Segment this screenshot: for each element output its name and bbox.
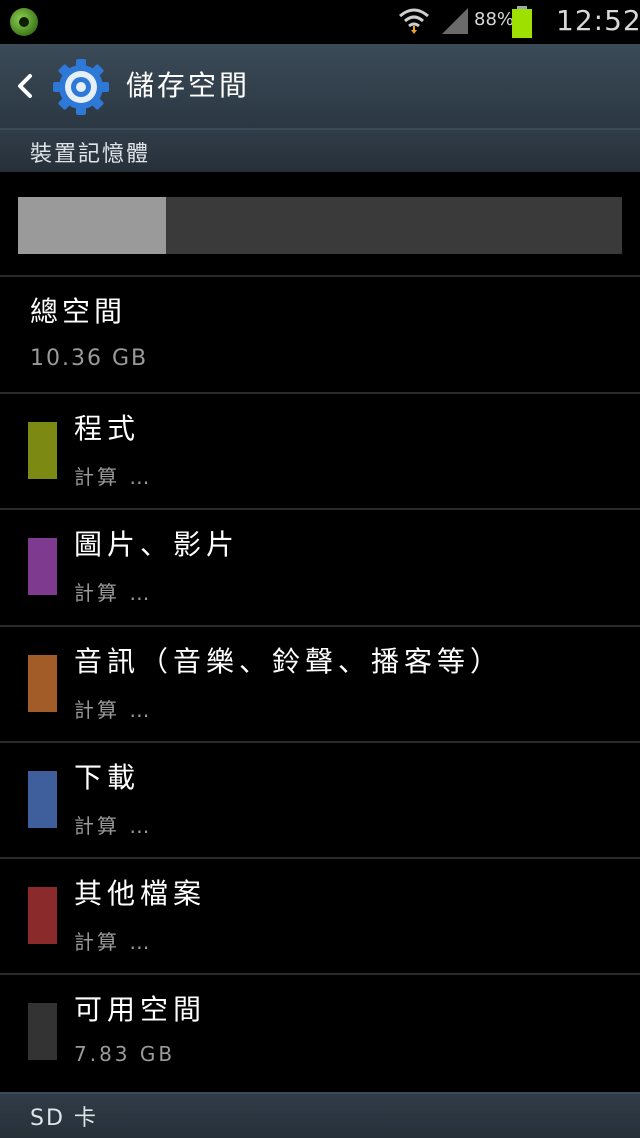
gear-icon[interactable] — [52, 58, 110, 116]
category-size: 7.83 GB — [74, 1042, 176, 1066]
color-swatch — [28, 887, 57, 944]
app-notification-icon — [10, 8, 38, 36]
category-label: 圖片、影片 — [74, 528, 240, 561]
page-title: 儲存空間 — [126, 69, 251, 102]
category-row-audio[interactable]: 音訊（音樂、鈴聲、播客等） 計算 … — [0, 626, 640, 742]
category-row-other-files[interactable]: 其他檔案 計算 … — [0, 858, 640, 974]
color-swatch — [28, 1003, 57, 1060]
status-bar: 88% 12:52 — [0, 0, 640, 44]
storage-settings-screen: 88% 12:52 儲存空間 裝置記憶體 總空間 10.36 GB 程式 計算 … — [0, 0, 640, 1138]
category-label: 其他檔案 — [74, 877, 207, 910]
category-row-apps[interactable]: 程式 計算 … — [0, 393, 640, 509]
color-swatch — [28, 771, 57, 828]
divider — [0, 275, 640, 277]
wifi-icon — [399, 8, 429, 34]
category-size: 計算 … — [74, 698, 153, 722]
action-bar: 儲存空間 — [0, 44, 640, 128]
category-size: 計算 … — [74, 930, 153, 954]
category-size: 計算 … — [74, 465, 153, 489]
signal-icon — [442, 8, 468, 34]
battery-percent: 88% — [474, 9, 515, 30]
category-label: 音訊（音樂、鈴聲、播客等） — [74, 645, 504, 678]
total-space-value: 10.36 GB — [30, 346, 149, 371]
section-header-device-memory: 裝置記憶體 — [0, 128, 640, 172]
color-swatch — [28, 538, 57, 595]
storage-usage-bar — [18, 197, 622, 254]
color-swatch — [28, 422, 57, 479]
total-space-title: 總空間 — [30, 295, 127, 328]
color-swatch — [28, 655, 57, 712]
back-icon[interactable] — [12, 70, 36, 102]
category-row-available-space: 可用空間 7.83 GB — [0, 974, 640, 1090]
clock: 12:52 — [556, 4, 640, 37]
storage-usage-fill — [18, 197, 166, 254]
category-row-downloads[interactable]: 下載 計算 … — [0, 742, 640, 858]
section-header-label: SD 卡 — [30, 1106, 98, 1131]
section-header-sd-card: SD 卡 — [0, 1092, 640, 1138]
category-size: 計算 … — [74, 581, 153, 605]
category-row-pictures-videos[interactable]: 圖片、影片 計算 … — [0, 509, 640, 625]
category-label: 下載 — [74, 761, 141, 794]
section-header-label: 裝置記憶體 — [30, 142, 151, 167]
category-label: 程式 — [74, 412, 141, 445]
category-label: 可用空間 — [74, 993, 207, 1026]
category-size: 計算 … — [74, 814, 153, 838]
battery-icon — [512, 6, 532, 38]
